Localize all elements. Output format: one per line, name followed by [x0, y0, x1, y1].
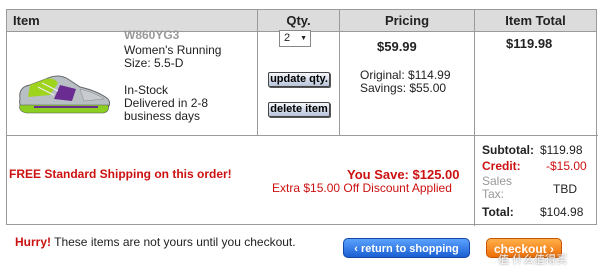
- credit-value: -$15.00: [546, 159, 587, 173]
- sales-tax-label: Sales Tax:: [482, 175, 512, 201]
- you-save: You Save: $125.00: [347, 167, 460, 182]
- header-pricing: Pricing: [340, 10, 474, 32]
- subtotal-value: $119.98: [540, 143, 583, 157]
- unit-price: $59.99: [377, 39, 417, 54]
- item-total: $119.98: [506, 36, 553, 51]
- quantity-select[interactable]: 2 ▼: [279, 30, 311, 47]
- hurry-strong: Hurry!: [15, 235, 52, 249]
- header-qty-label: Qty.: [286, 13, 311, 28]
- free-shipping-note: FREE Standard Shipping on this order!: [9, 167, 232, 181]
- product-stock: In-Stock Delivered in 2-8 business days: [124, 84, 234, 123]
- hurry-note: Hurry! These items are not yours until y…: [15, 235, 296, 249]
- total-value: $104.98: [540, 205, 584, 219]
- header-item-total: Item Total: [475, 10, 596, 32]
- return-to-shopping-button[interactable]: ‹ return to shopping: [343, 238, 470, 258]
- update-qty-button[interactable]: update qty.: [268, 72, 330, 87]
- hurry-text: These items are not yours until you chec…: [51, 235, 296, 249]
- sales-tax-label-2: Tax:: [482, 187, 505, 201]
- header-pricing-label: Pricing: [384, 13, 430, 28]
- product-description: Women's Running Size: 5.5-D: [124, 44, 221, 70]
- subtotal-label: Subtotal:: [482, 143, 534, 157]
- divider: [257, 10, 258, 135]
- price-breakdown: Original: $114.99 Savings: $55.00: [360, 69, 451, 95]
- product-sku[interactable]: W860YG3: [124, 28, 179, 42]
- shoe-image[interactable]: [14, 65, 114, 119]
- total-label: Total:: [482, 205, 514, 219]
- header-item-total-label: Item Total: [505, 13, 566, 28]
- savings: Savings: $55.00: [360, 81, 447, 95]
- header-item-label: Item: [13, 13, 40, 28]
- quantity-value: 2: [284, 32, 291, 44]
- delivery-estimate: Delivered in 2-8 business days: [124, 96, 209, 123]
- delete-item-button[interactable]: delete item: [268, 102, 330, 117]
- divider: [7, 135, 598, 136]
- watermark: 值 什么值得买: [498, 254, 568, 266]
- product-size: Size: 5.5-D: [124, 56, 184, 70]
- divider: [339, 10, 340, 135]
- credit-label: Credit:: [482, 159, 521, 173]
- header-qty: Qty.: [258, 10, 339, 32]
- divider: [474, 10, 475, 226]
- chevron-down-icon: ▼: [300, 35, 307, 42]
- sales-tax-value: TBD: [553, 182, 577, 196]
- extra-discount-note: Extra $15.00 Off Discount Applied: [272, 181, 452, 195]
